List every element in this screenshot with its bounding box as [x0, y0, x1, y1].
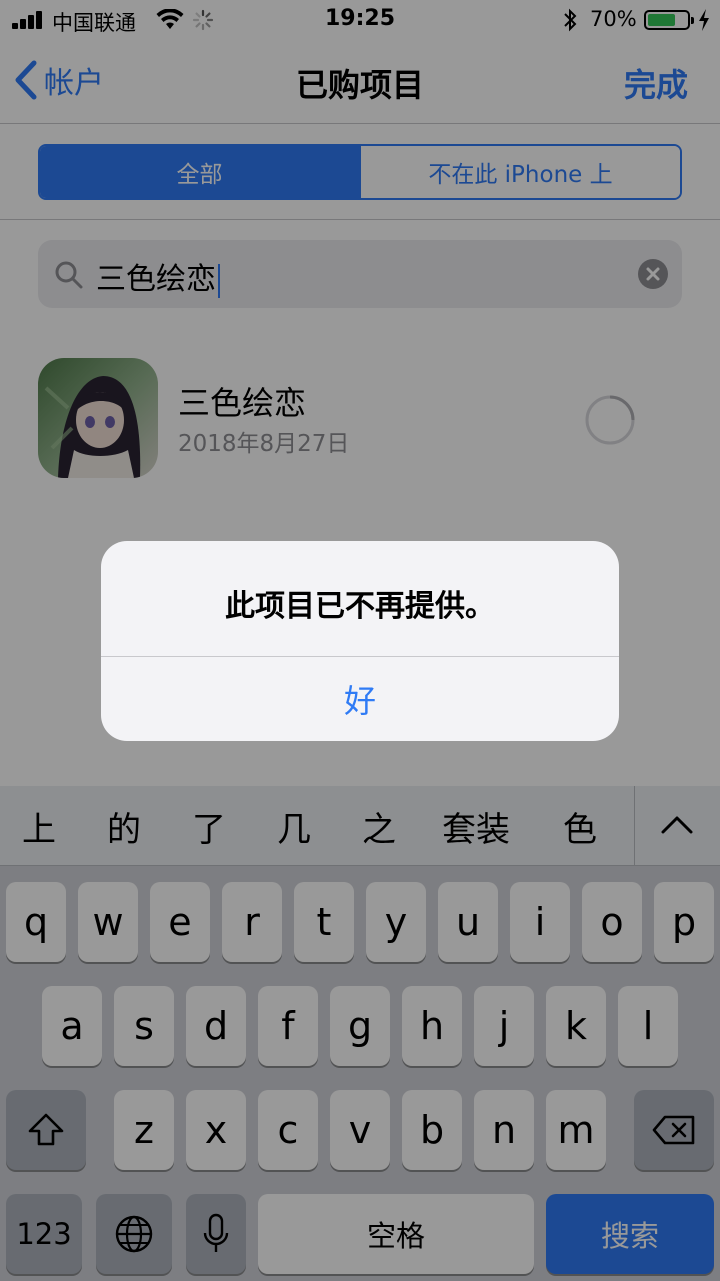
ok-button[interactable]: 好: [101, 657, 619, 741]
purchased-screen: 中国联通 19:25 70% 帐户 已购项目 完成 全部 不在此 iPhone …: [0, 0, 720, 1281]
alert-message: 此项目已不再提供。: [225, 589, 495, 624]
alert-dialog: 此项目已不再提供。 好: [101, 541, 619, 741]
